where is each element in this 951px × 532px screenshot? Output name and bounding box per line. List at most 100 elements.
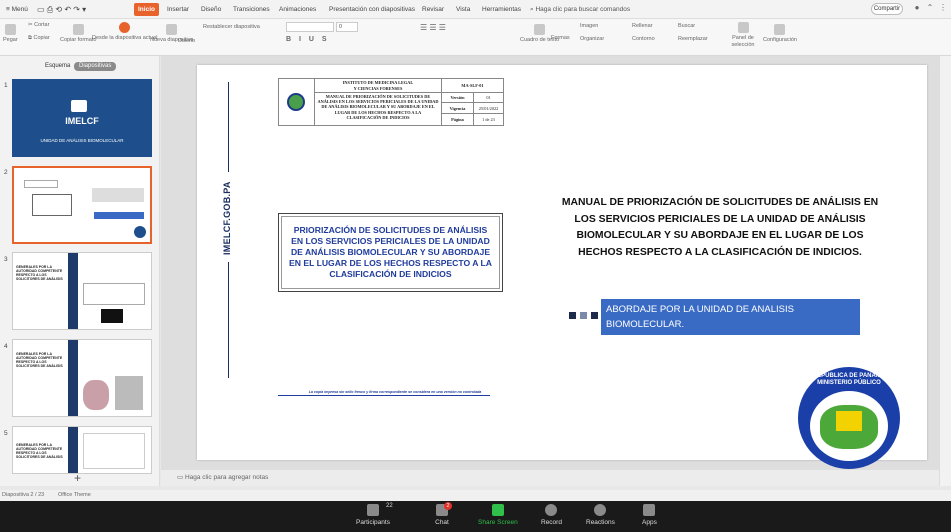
scales-icon [836, 411, 862, 431]
chat-button[interactable]: 2 Chat [434, 502, 452, 526]
header-doc-title: MANUAL DE PRIORIZACIÓN DE SOLICITUDES DE… [317, 94, 439, 120]
slide-counter: Diapositiva 2 / 23 [2, 492, 45, 498]
paste-button[interactable]: Pegar [3, 24, 18, 43]
thumb-number: 3 [4, 256, 8, 263]
slide-thumb-2[interactable] [12, 166, 152, 244]
new-slide-icon [166, 24, 178, 35]
thumb-title-lines [92, 188, 144, 202]
thumb-label [94, 212, 144, 219]
slide-thumb-1[interactable]: IMELCF UNIDAD DE ANÁLISIS BIOMOLECULAR [12, 79, 152, 157]
tab-vista[interactable]: Vista [452, 3, 474, 16]
tab-presentacion[interactable]: Presentación con diapositivas [325, 3, 419, 16]
font-size-select[interactable]: 0 [336, 22, 358, 32]
slide-thumbnail-panel: Esquema Diapositivas 1 IMELCF UNIDAD DE … [0, 56, 160, 486]
share-screen-icon [491, 504, 504, 516]
thumb-image [83, 380, 109, 410]
apps-icon [643, 504, 656, 516]
pagina-value: 1 de 23 [473, 114, 503, 125]
version-label: Versión [441, 93, 473, 103]
tab-diseno[interactable]: Diseño [197, 3, 225, 16]
thumb-title: IMELCF [65, 116, 99, 126]
gear-icon [774, 24, 786, 35]
format-painter-button[interactable]: Copiar formato [60, 24, 96, 43]
tab-outline[interactable]: Esquema [40, 62, 75, 71]
more-icon[interactable]: ⋮ [938, 3, 948, 13]
layout-button[interactable]: Diseño [178, 38, 195, 44]
replace-button[interactable]: Reemplazar [678, 36, 708, 42]
minimize-icon[interactable]: ⌃ [925, 3, 935, 13]
slide-thumb-4[interactable]: GENERALES POR LA AUTORIDAD COMPETENTE RE… [12, 339, 152, 417]
thumb-band [68, 340, 78, 416]
section-label: ABORDAJE POR LA UNIDAD DE ANALISIS BIOMO… [601, 299, 860, 335]
play-icon [119, 22, 131, 33]
thumb-number: 1 [4, 82, 8, 89]
tab-inicio[interactable]: Inicio [134, 3, 159, 16]
thumb-band [68, 253, 78, 329]
ministerio-seal: REPÚBLICA DE PANAMÁ MINISTERIO PÚBLICO [798, 367, 900, 469]
header-code: MA-SLF-01 [441, 79, 503, 93]
image-button[interactable]: Imagen [580, 23, 598, 29]
vertical-website-text: IMELCF.GOB.PA [222, 181, 232, 255]
from-current-slide-button[interactable]: Desde la diapositiva actual [92, 22, 157, 41]
copy-button[interactable]: ⧉ Copiar [28, 35, 50, 42]
tab-insertar[interactable]: Insertar [163, 3, 193, 16]
square-3 [591, 312, 598, 319]
font-family-select[interactable] [286, 22, 334, 32]
add-slide-button[interactable]: + [74, 471, 81, 485]
share-screen-button[interactable]: Share Screen [478, 504, 518, 526]
institute-seal-icon [287, 93, 305, 111]
slide-thumb-5[interactable]: GENERALES POR LA AUTORIDAD COMPETENTE RE… [12, 426, 152, 474]
hamburger-menu-button[interactable]: ≡ Menú [2, 3, 32, 16]
footer-rule [278, 395, 490, 396]
thumb-subtitle: UNIDAD DE ANÁLISIS BIOMOLECULAR [40, 138, 124, 143]
thumb-heading: GENERALES POR LA AUTORIDAD COMPETENTE RE… [16, 443, 63, 459]
participants-count: 22 [386, 503, 393, 509]
record-button[interactable]: Record [541, 504, 562, 526]
fill-button[interactable]: Rellenar [632, 23, 652, 29]
thumb-number: 4 [4, 343, 8, 350]
notes-pane[interactable]: ▭ Haga clic para agregar notas [161, 470, 939, 486]
tab-revisar[interactable]: Revisar [418, 3, 448, 16]
textbox-icon [534, 24, 546, 35]
paste-icon [4, 24, 16, 35]
share-button[interactable]: Compartir [871, 3, 903, 15]
vertical-rule-bottom [228, 262, 229, 378]
slide-thumb-3[interactable]: GENERALES POR LA AUTORIDAD COMPETENTE RE… [12, 252, 152, 330]
user-icon[interactable]: ● [912, 3, 922, 13]
outline-button[interactable]: Contorno [632, 36, 655, 42]
arrange-button[interactable]: Organizar [580, 36, 604, 42]
thumb-header [24, 180, 58, 188]
document-title-box: PRIORIZACIÓN DE SOLICITUDES DE ANÁLISIS … [278, 213, 503, 292]
menu-bar: ≡ Menú ▭ ⎙ ⟲ ↶ ↷ ▾ Inicio Insertar Diseñ… [0, 0, 951, 19]
thumb-number: 5 [4, 430, 8, 437]
command-search[interactable]: ⌕ Haga clic para buscar comandos [530, 3, 670, 16]
find-button[interactable]: Buscar [678, 23, 695, 29]
selection-pane-button[interactable]: Panel de selección [728, 22, 758, 49]
shapes-button[interactable]: Formas [551, 35, 570, 41]
reset-slide-button[interactable]: Restablecer diapositiva [203, 24, 260, 30]
participants-button[interactable]: 22 Participants [356, 503, 393, 526]
format-buttons[interactable]: B I U S [286, 36, 330, 43]
status-bar: Diapositiva 2 / 23 Office Theme [0, 490, 951, 501]
tab-animaciones[interactable]: Animaciones [275, 3, 320, 16]
footer-note: La copia impresa sin sello fresco y firm… [308, 390, 482, 394]
config-button[interactable]: Configuración [763, 24, 797, 43]
tab-slides[interactable]: Diapositivas [74, 62, 117, 71]
ribbon: Pegar ✂ Cortar ⧉ Copiar Copiar formato D… [0, 19, 951, 56]
paragraph-buttons[interactable]: ☰ ☰ ☰ [420, 23, 446, 32]
thumb-heading: GENERALES POR LA AUTORIDAD COMPETENTE RE… [16, 265, 63, 281]
selection-pane-icon [737, 22, 749, 33]
record-icon [545, 504, 558, 516]
header-org: INSTITUTO DE MEDICINA LEGAL Y CIENCIAS F… [315, 79, 441, 93]
apps-button[interactable]: Apps [642, 504, 657, 526]
brush-icon [72, 24, 84, 35]
cut-button[interactable]: ✂ Cortar [28, 22, 49, 28]
square-1 [569, 312, 576, 319]
toolbar-icons[interactable]: ▭ ⎙ ⟲ ↶ ↷ ▾ [33, 3, 90, 16]
chat-badge: 2 [444, 502, 452, 510]
tab-herramientas[interactable]: Herramientas [478, 3, 525, 16]
reactions-button[interactable]: Reactions [586, 504, 615, 526]
tab-transiciones[interactable]: Transiciones [229, 3, 274, 16]
right-toolbar[interactable] [939, 56, 951, 486]
version-value: 01 [473, 93, 503, 103]
